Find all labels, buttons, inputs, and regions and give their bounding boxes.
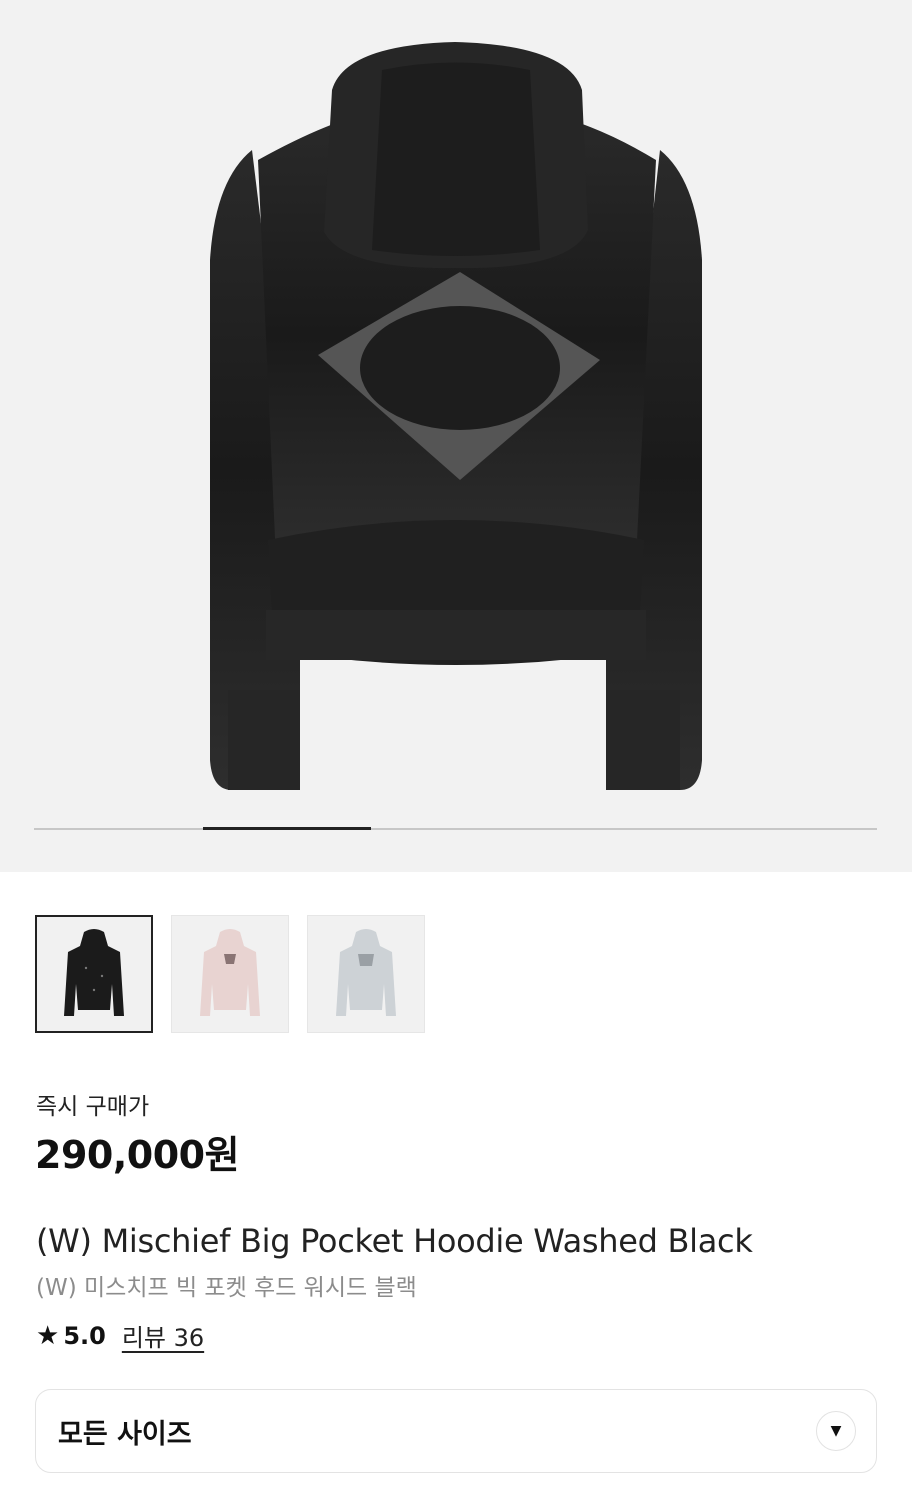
product-price: 290,000원 — [35, 1133, 240, 1177]
chevron-down-icon[interactable]: ▼ — [816, 1411, 856, 1451]
thumbnail-black[interactable] — [35, 915, 153, 1033]
thumbnail-list — [35, 915, 425, 1033]
product-title-korean: (W) 미스치프 빅 포켓 후드 워시드 블랙 — [36, 1275, 417, 1301]
product-title-english: (W) Mischief Big Pocket Hoodie Washed Bl… — [36, 1222, 753, 1260]
size-select-label: 모든 사이즈 — [58, 1418, 192, 1450]
rating-score: 5.0 — [63, 1321, 106, 1350]
review-count-link[interactable]: 리뷰 36 — [122, 1318, 204, 1353]
hoodie-back-image[interactable] — [0, 0, 912, 872]
black-hoodie-thumbnail — [64, 929, 124, 1016]
price-label: 즉시 구매가 — [36, 1094, 150, 1120]
thumbnail-pink[interactable] — [171, 915, 289, 1033]
star-icon: ★ — [36, 1320, 60, 1351]
thumbnail-grey[interactable] — [307, 915, 425, 1033]
gallery-progress-bar — [34, 827, 877, 830]
size-select[interactable]: 모든 사이즈 ▼ — [35, 1389, 877, 1473]
pink-hoodie-thumbnail — [200, 929, 260, 1016]
product-rating: ★ 5.0 리뷰 36 — [36, 1318, 204, 1353]
product-image-gallery[interactable] — [0, 0, 912, 872]
grey-hoodie-thumbnail — [336, 929, 396, 1016]
gallery-progress-indicator — [203, 827, 371, 830]
